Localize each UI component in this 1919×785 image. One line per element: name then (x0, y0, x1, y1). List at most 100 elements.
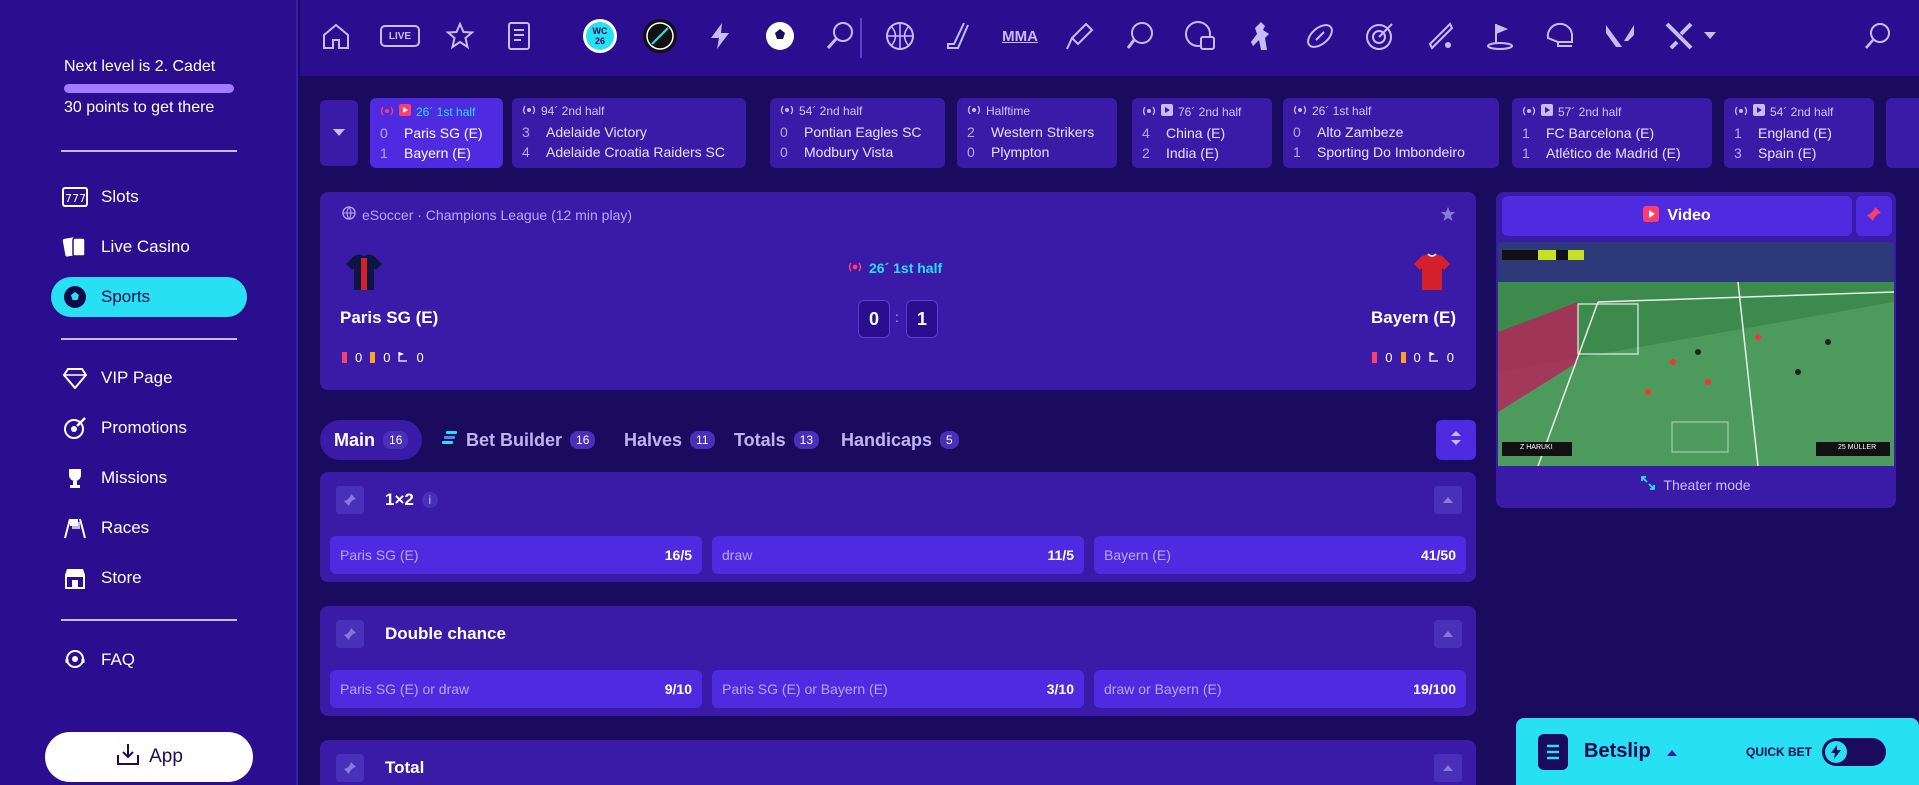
market-header[interactable]: Double chance (320, 606, 1476, 662)
live-event-card[interactable]: 26´ 1st half 0 Alto Zambeze 1 Sporting Do … (1283, 98, 1499, 168)
world-cup-icon[interactable]: WC 26 (582, 18, 618, 54)
odds-button[interactable]: Paris SG (E) 16/5 (330, 536, 702, 574)
away-jersey-icon (1412, 252, 1452, 297)
odds-button[interactable]: Bayern (E) 41/50 (1094, 536, 1466, 574)
pin-icon[interactable] (336, 754, 364, 782)
quick-bet-toggle[interactable] (1822, 738, 1886, 766)
home-stats: 0 0 0 (342, 350, 424, 365)
tab-bet-builder[interactable]: Bet Builder 16 (442, 420, 596, 460)
lightning-icon[interactable] (702, 18, 738, 54)
sidebar-item-label: Slots (101, 187, 139, 206)
theater-mode-button[interactable]: Theater mode (1496, 476, 1896, 493)
sidebar-item-label: Store (101, 568, 142, 587)
home-team-name: Paris SG (E) (340, 308, 439, 327)
tennis-badge-icon[interactable] (642, 18, 678, 54)
event-home-row: 0 Pontian Eagles SC (780, 124, 922, 140)
esoccer-icon[interactable] (1182, 18, 1218, 54)
video-tab[interactable]: Video (1502, 196, 1852, 236)
tab-totals[interactable]: Totals 13 (734, 420, 820, 460)
market-header[interactable]: Total (320, 740, 1476, 785)
betslip-history-icon[interactable] (502, 18, 538, 54)
app-download-button[interactable]: App (45, 732, 253, 782)
tab-count: 13 (793, 431, 820, 449)
darts-icon[interactable] (1362, 18, 1398, 54)
breadcrumb[interactable]: eSoccer · Champions League (12 min play) (342, 206, 632, 223)
live-event-card[interactable]: 26´ 1st half 0 Paris SG (E) 1 Bayern (E) (370, 98, 503, 168)
sidebar-item-vip[interactable]: VIP Page (51, 358, 247, 398)
sidebar-divider (61, 338, 237, 340)
sidebar-item-faq[interactable]: FAQ (51, 640, 247, 680)
red-card-icon (1372, 352, 1378, 363)
chevron-up-icon[interactable] (1666, 744, 1678, 762)
favorite-star-icon[interactable] (1440, 206, 1456, 227)
rocket-icon (61, 414, 89, 442)
event-away-row: 0 Plympton (967, 144, 1050, 160)
tab-main[interactable]: Main 16 (320, 420, 423, 460)
slots-icon: 777 (61, 183, 89, 211)
live-event-card[interactable]: 54´ 2nd half 0 Pontian Eagles SC 0 Modbury… (770, 98, 945, 168)
pin-icon[interactable] (336, 486, 364, 514)
market-header[interactable]: 1×2 i (320, 472, 1476, 528)
odds-button[interactable]: draw or Bayern (E) 19/100 (1094, 670, 1466, 708)
pin-video-button[interactable] (1856, 196, 1892, 236)
tab-halves[interactable]: Halves 11 (624, 420, 715, 460)
live-event-card[interactable]: 54´ 2nd half 1 England (E) 3 Spain (E) (1724, 98, 1874, 168)
ice-hockey-icon[interactable] (942, 18, 978, 54)
sidebar-item-races[interactable]: Races (51, 508, 247, 548)
sidebar-item-slots[interactable]: 777 Slots (51, 177, 247, 217)
betslip-bar[interactable]: Betslip QUICK BET (1516, 718, 1919, 785)
sidebar-item-sports[interactable]: Sports (51, 277, 247, 317)
sidebar-item-promotions[interactable]: Promotions (51, 408, 247, 448)
tab-handicaps[interactable]: Handicaps 5 (841, 420, 959, 460)
counter-strike-icon[interactable] (1242, 18, 1278, 54)
home-icon[interactable] (318, 18, 354, 54)
yellow-card-icon (1400, 352, 1406, 363)
odds-button[interactable]: Paris SG (E) or Bayern (E) 3/10 (712, 670, 1084, 708)
odds-button[interactable]: Paris SG (E) or draw 9/10 (330, 670, 702, 708)
american-football-icon[interactable] (1302, 18, 1338, 54)
sidebar-item-store[interactable]: Store (51, 558, 247, 598)
chevron-up-icon[interactable] (1434, 620, 1462, 648)
event-status: 26´ 1st half (380, 104, 493, 119)
info-icon[interactable]: i (421, 492, 438, 508)
expand-icon (1641, 476, 1656, 493)
away-team-name: Bayern (E) (1370, 308, 1456, 327)
sidebar-item-label: FAQ (101, 650, 136, 669)
live-event-card[interactable]: 57´ 2nd half 1 FC Barcelona (E) 1 Atlético… (1512, 98, 1712, 168)
table-tennis-icon[interactable] (1122, 18, 1158, 54)
event-home-row: 1 England (E) (1734, 125, 1832, 141)
chevron-up-icon[interactable] (1434, 754, 1462, 782)
league-of-legends-icon[interactable] (1662, 18, 1698, 54)
star-icon[interactable] (442, 18, 478, 54)
live-signal-icon (847, 260, 863, 276)
market-title: Double chance (385, 624, 506, 643)
strip-collapse-button[interactable] (320, 100, 358, 166)
cricket-icon[interactable] (1422, 18, 1458, 54)
golf-icon[interactable] (1482, 18, 1518, 54)
basketball-icon[interactable] (882, 18, 918, 54)
odds-button[interactable]: draw 11/5 (712, 536, 1084, 574)
away-stats: 0 0 0 (1372, 350, 1454, 365)
tennis-icon[interactable] (822, 18, 858, 54)
rugby-helmet-icon[interactable] (1542, 18, 1578, 54)
valorant-icon[interactable] (1602, 18, 1638, 54)
sidebar-item-live-casino[interactable]: Live Casino (51, 227, 247, 267)
soccer-icon[interactable] (762, 18, 798, 54)
pin-icon[interactable] (336, 620, 364, 648)
search-icon[interactable] (1860, 18, 1896, 54)
live-event-card[interactable]: 76´ 2nd half 4 China (E) 2 India (E) (1132, 98, 1272, 168)
live-event-card-partial[interactable] (1886, 98, 1919, 168)
collapse-all-button[interactable] (1436, 420, 1476, 460)
mma-icon[interactable]: MMA (1000, 18, 1040, 54)
live-event-card[interactable]: 94´ 2nd half 3 Adelaide Victory 4 Adelaide… (512, 98, 746, 168)
live-icon[interactable]: LIVE (380, 18, 420, 54)
chevron-up-icon[interactable] (1434, 486, 1462, 514)
away-score: 1 (906, 300, 938, 338)
badminton-icon[interactable] (1062, 18, 1098, 54)
more-sports-chevron-icon[interactable] (1700, 18, 1720, 54)
sidebar-item-missions[interactable]: Missions (51, 458, 247, 498)
video-player[interactable]: Z HARUKI 25 MÜLLER (1498, 242, 1894, 466)
live-event-card[interactable]: Halftime 2 Western Strikers 0 Plympton (957, 98, 1117, 168)
yellow-card-icon (370, 352, 376, 363)
soccer-ball-icon (61, 283, 89, 311)
